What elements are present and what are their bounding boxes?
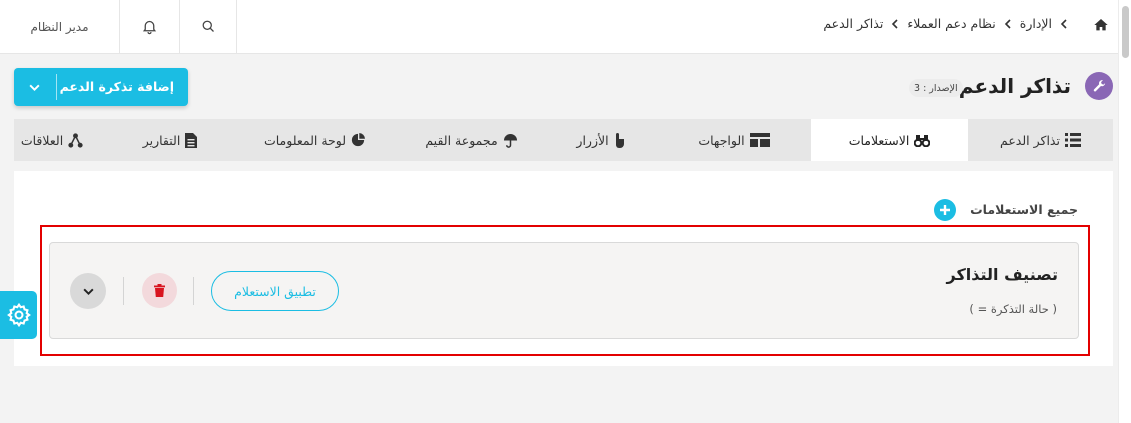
chevron-down-icon[interactable]: [28, 81, 41, 94]
search-button[interactable]: [180, 0, 237, 53]
chevron-left-icon: [1060, 18, 1067, 29]
tab-value-sets[interactable]: مجموعة القيم: [399, 119, 544, 161]
tab-label: تذاكر الدعم: [1000, 132, 1060, 148]
home-icon[interactable]: [1093, 17, 1109, 33]
wrench-icon: [1085, 72, 1113, 100]
chevron-left-icon: [892, 18, 898, 29]
apply-query-button[interactable]: تطبيق الاستعلام: [211, 271, 339, 311]
tab-relations[interactable]: العلاقات: [14, 119, 110, 161]
add-ticket-label: إضافة تذكرة الدعم: [59, 79, 174, 94]
delete-query-button[interactable]: [142, 273, 177, 308]
tab-label: لوحة المعلومات: [263, 132, 347, 148]
page-title: تذاكر الدعم: [958, 74, 1071, 98]
list-icon: [1064, 133, 1081, 147]
chevron-left-icon: [1004, 18, 1011, 29]
query-card: تصنيف التذاكر ( حالة التذكرة = ) تطبيق ا…: [49, 242, 1079, 339]
search-icon: [202, 20, 214, 32]
breadcrumb: الإدارة نظام دعم العملاء تذاكر الدعم: [823, 16, 1076, 31]
version-badge: الإصدار : 3: [909, 79, 963, 97]
tab-label: العلاقات: [20, 132, 64, 148]
expand-query-button[interactable]: [70, 273, 106, 309]
top-bar: مدير النظام الإدارة نظام دعم العملاء تذا…: [0, 0, 1118, 54]
tab-support-tickets[interactable]: تذاكر الدعم: [968, 119, 1113, 161]
add-query-button[interactable]: [934, 199, 956, 221]
binoculars-icon: [914, 134, 931, 147]
chevron-down-icon: [82, 288, 94, 295]
tab-bar: تذاكر الدعم الاستعلامات الواجهات الأزرار…: [14, 119, 1113, 161]
user-menu[interactable]: مدير النظام: [0, 0, 120, 53]
button-divider: [56, 74, 57, 100]
add-ticket-button[interactable]: إضافة تذكرة الدعم: [14, 68, 188, 106]
tab-interfaces[interactable]: الواجهات: [657, 119, 811, 161]
settings-button[interactable]: [0, 291, 37, 339]
notifications-button[interactable]: [120, 0, 180, 53]
pointer-icon: [615, 132, 624, 148]
relations-icon: [68, 132, 83, 148]
trash-icon: [154, 284, 165, 297]
tab-buttons[interactable]: الأزرار: [544, 119, 657, 161]
breadcrumb-support-system[interactable]: نظام دعم العملاء: [907, 16, 995, 31]
tab-label: الأزرار: [576, 132, 609, 148]
tab-dashboard[interactable]: لوحة المعلومات: [230, 119, 399, 161]
tab-queries[interactable]: الاستعلامات: [811, 119, 968, 161]
tab-label: التقارير: [142, 132, 181, 148]
breadcrumb-admin[interactable]: الإدارة: [1020, 16, 1052, 31]
user-name: مدير النظام: [30, 19, 89, 34]
query-condition: ( حالة التذكرة = ): [969, 302, 1057, 316]
umbrella-icon: [503, 133, 517, 148]
pie-chart-icon: [351, 133, 366, 147]
breadcrumb-current: تذاكر الدعم: [823, 16, 884, 31]
report-icon: [185, 132, 198, 148]
tab-label: الاستعلامات: [848, 132, 910, 148]
query-title: تصنيف التذاكر: [946, 265, 1058, 284]
tab-label: الواجهات: [698, 132, 745, 148]
divider: [193, 277, 194, 305]
scrollbar[interactable]: [1118, 0, 1131, 423]
bell-icon: [142, 20, 157, 35]
all-queries-heading: جميع الاستعلامات: [970, 202, 1078, 217]
tab-label: مجموعة القيم: [425, 132, 498, 148]
divider: [123, 277, 124, 305]
scrollbar-thumb[interactable]: [1122, 6, 1129, 58]
tab-reports[interactable]: التقارير: [110, 119, 230, 161]
plus-icon: [940, 205, 950, 215]
layout-icon: [749, 133, 770, 147]
gear-icon: [6, 302, 31, 328]
